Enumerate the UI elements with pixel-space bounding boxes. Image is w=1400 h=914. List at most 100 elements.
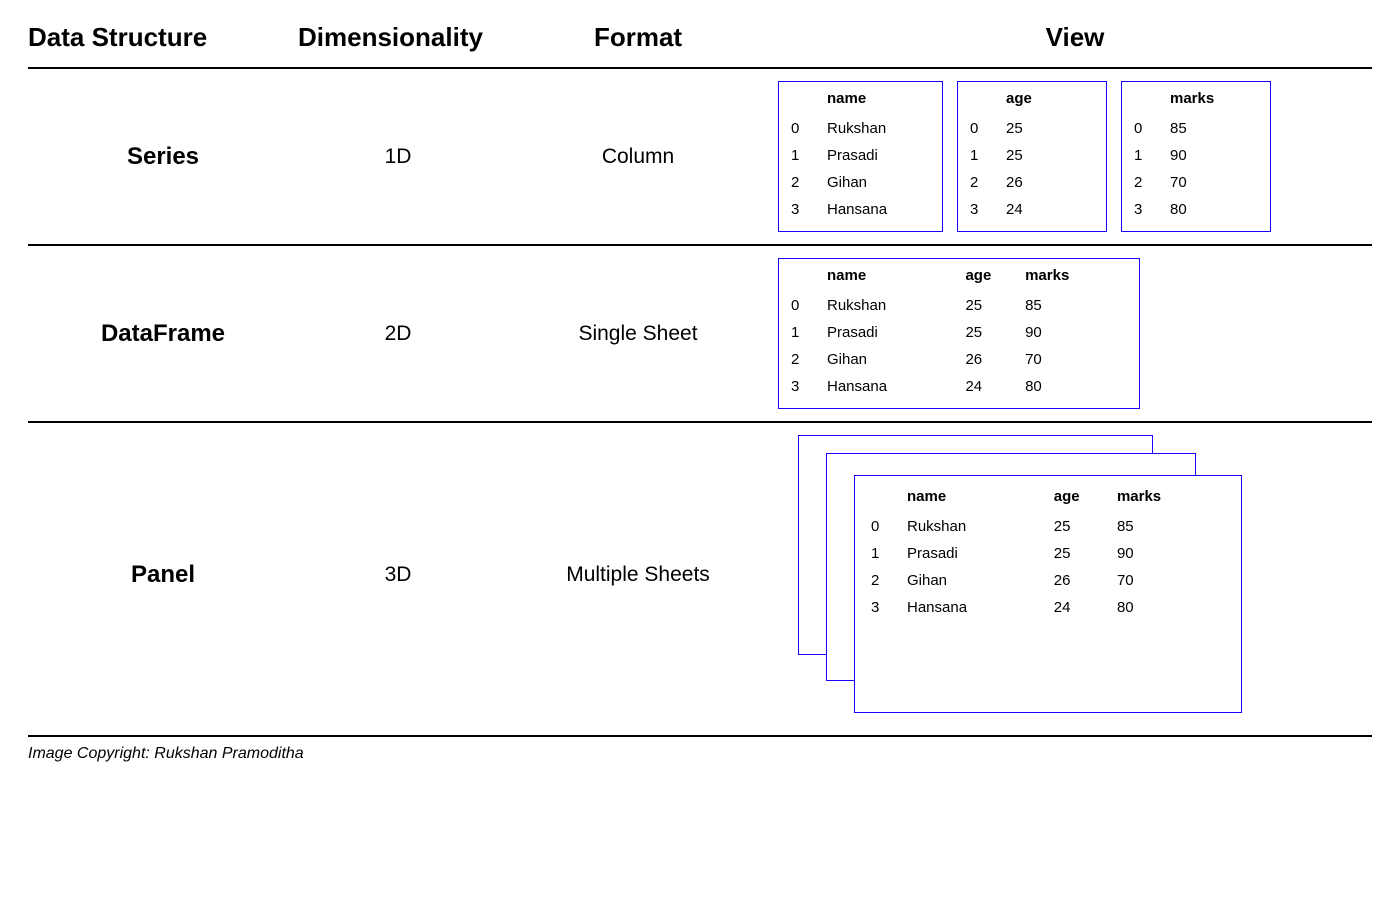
col-header-data-structure: Data Structure [28, 22, 298, 53]
series-format: Column [498, 145, 778, 169]
val-cell: 24 [965, 373, 1025, 400]
series-name-header: name [827, 90, 930, 115]
idx-cell: 0 [1134, 115, 1170, 142]
panel-format: Multiple Sheets [498, 563, 778, 587]
series-table-name: name 0Rukshan 1Prasadi 2Gihan 3Hansana [791, 90, 930, 223]
series-table-marks: marks 085 190 270 380 [1134, 90, 1258, 223]
series-box-name: name 0Rukshan 1Prasadi 2Gihan 3Hansana [778, 81, 943, 232]
val-cell: 70 [1117, 567, 1225, 594]
df-h-age: age [965, 267, 1025, 292]
comparison-table: Data Structure Dimensionality Format Vie… [28, 16, 1372, 737]
series-view: name 0Rukshan 1Prasadi 2Gihan 3Hansana a… [778, 81, 1372, 232]
panel-view: name age marks 0Rukshan2585 1Prasadi2590… [778, 435, 1372, 715]
table-row: 380 [1134, 196, 1258, 223]
val-cell: 85 [1170, 115, 1258, 142]
table-row: 025 [970, 115, 1094, 142]
val-cell: 80 [1025, 373, 1127, 400]
table-row: 2Gihan2670 [871, 567, 1225, 594]
dataframe-view: name age marks 0Rukshan2585 1Prasadi2590… [778, 258, 1372, 409]
row-panel: Panel 3D Multiple Sheets name age marks … [28, 423, 1372, 737]
val-cell: 80 [1170, 196, 1258, 223]
table-row: 1Prasadi2590 [791, 319, 1127, 346]
table-row: 324 [970, 196, 1094, 223]
df-h-name: name [827, 267, 965, 292]
idx-cell: 2 [791, 169, 827, 196]
idx-cell: 2 [970, 169, 1006, 196]
val-cell: Rukshan [827, 115, 930, 142]
col-header-view: View [778, 22, 1372, 53]
val-cell: 25 [1054, 513, 1117, 540]
series-box-age: age 025 125 226 324 [957, 81, 1107, 232]
val-cell: 90 [1025, 319, 1127, 346]
col-header-view-text: View [1046, 22, 1105, 53]
table-row: 0Rukshan2585 [791, 292, 1127, 319]
row-dataframe: DataFrame 2D Single Sheet name age marks… [28, 246, 1372, 423]
idx-cell: 1 [871, 540, 907, 567]
idx-cell: 0 [791, 115, 827, 142]
val-cell: 24 [1054, 594, 1117, 621]
table-row: 125 [970, 142, 1094, 169]
idx-cell: 3 [791, 196, 827, 223]
copyright-text: Image Copyright: Rukshan Pramoditha [28, 745, 1372, 763]
col-header-format: Format [498, 22, 778, 53]
val-cell: Gihan [827, 346, 965, 373]
val-cell: 70 [1170, 169, 1258, 196]
val-cell: 80 [1117, 594, 1225, 621]
val-cell: Hansana [827, 373, 965, 400]
idx-cell: 3 [1134, 196, 1170, 223]
dataframe-dim: 2D [298, 322, 498, 346]
header-row: Data Structure Dimensionality Format Vie… [28, 16, 1372, 69]
val-cell: 70 [1025, 346, 1127, 373]
val-cell: Prasadi [907, 540, 1054, 567]
table-row: 3Hansana2480 [871, 594, 1225, 621]
pn-h-marks: marks [1117, 488, 1225, 513]
idx-cell: 3 [970, 196, 1006, 223]
val-cell: 25 [1054, 540, 1117, 567]
val-cell: Hansana [907, 594, 1054, 621]
idx-cell: 1 [791, 319, 827, 346]
panel-label: Panel [28, 561, 298, 589]
val-cell: Gihan [907, 567, 1054, 594]
idx-cell: 1 [1134, 142, 1170, 169]
val-cell: Gihan [827, 169, 930, 196]
table-row: 226 [970, 169, 1094, 196]
idx-cell: 2 [1134, 169, 1170, 196]
dataframe-format: Single Sheet [498, 322, 778, 346]
panel-dim: 3D [298, 563, 498, 587]
dataframe-table: name age marks 0Rukshan2585 1Prasadi2590… [791, 267, 1127, 400]
table-row: 3Hansana [791, 196, 930, 223]
series-view-inner: name 0Rukshan 1Prasadi 2Gihan 3Hansana a… [778, 81, 1271, 232]
table-row: 0Rukshan2585 [871, 513, 1225, 540]
val-cell: 24 [1006, 196, 1094, 223]
table-row: 1Prasadi [791, 142, 930, 169]
table-row: 2Gihan2670 [791, 346, 1127, 373]
val-cell: 85 [1117, 513, 1225, 540]
val-cell: 85 [1025, 292, 1127, 319]
val-cell: 25 [1006, 115, 1094, 142]
col-header-dimensionality: Dimensionality [298, 22, 498, 53]
table-row: 2Gihan [791, 169, 930, 196]
series-box-marks: marks 085 190 270 380 [1121, 81, 1271, 232]
val-cell: Prasadi [827, 142, 930, 169]
idx-cell: 1 [791, 142, 827, 169]
val-cell: Rukshan [907, 513, 1054, 540]
series-marks-header: marks [1170, 90, 1258, 115]
idx-cell: 0 [871, 513, 907, 540]
idx-cell: 1 [970, 142, 1006, 169]
val-cell: Rukshan [827, 292, 965, 319]
table-row: 190 [1134, 142, 1258, 169]
df-h-marks: marks [1025, 267, 1127, 292]
idx-cell: 2 [791, 346, 827, 373]
val-cell: Prasadi [827, 319, 965, 346]
table-row: 085 [1134, 115, 1258, 142]
panel-sheet-front: name age marks 0Rukshan2585 1Prasadi2590… [854, 475, 1242, 713]
panel-stack: name age marks 0Rukshan2585 1Prasadi2590… [798, 435, 1218, 715]
val-cell: 90 [1170, 142, 1258, 169]
idx-cell: 0 [970, 115, 1006, 142]
val-cell: 90 [1117, 540, 1225, 567]
val-cell: 26 [1006, 169, 1094, 196]
table-row: 0Rukshan [791, 115, 930, 142]
table-row: 270 [1134, 169, 1258, 196]
panel-table: name age marks 0Rukshan2585 1Prasadi2590… [871, 488, 1225, 621]
val-cell: 26 [1054, 567, 1117, 594]
